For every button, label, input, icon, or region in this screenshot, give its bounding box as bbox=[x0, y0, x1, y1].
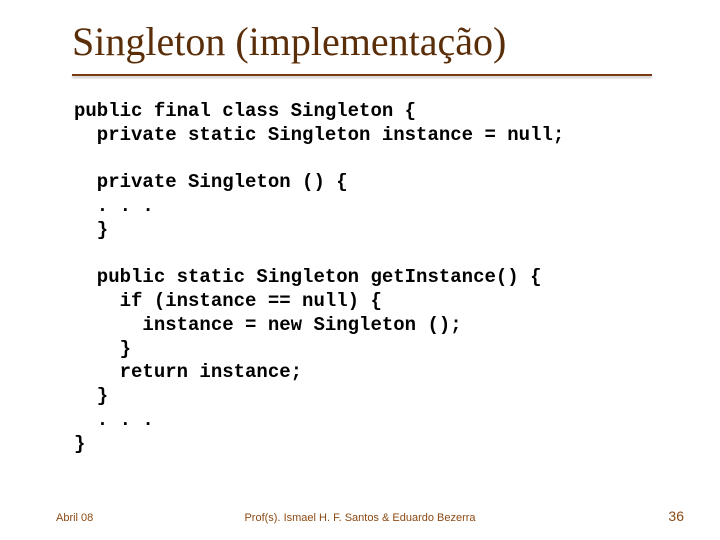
code-block: public final class Singleton { private s… bbox=[74, 100, 564, 456]
footer-authors: Prof(s). Ismael H. F. Santos & Eduardo B… bbox=[0, 512, 720, 524]
slide: Singleton (implementação) public final c… bbox=[0, 0, 720, 540]
title-underline bbox=[72, 74, 652, 76]
footer-page-number: 36 bbox=[668, 508, 684, 524]
slide-title: Singleton (implementação) bbox=[72, 18, 506, 65]
